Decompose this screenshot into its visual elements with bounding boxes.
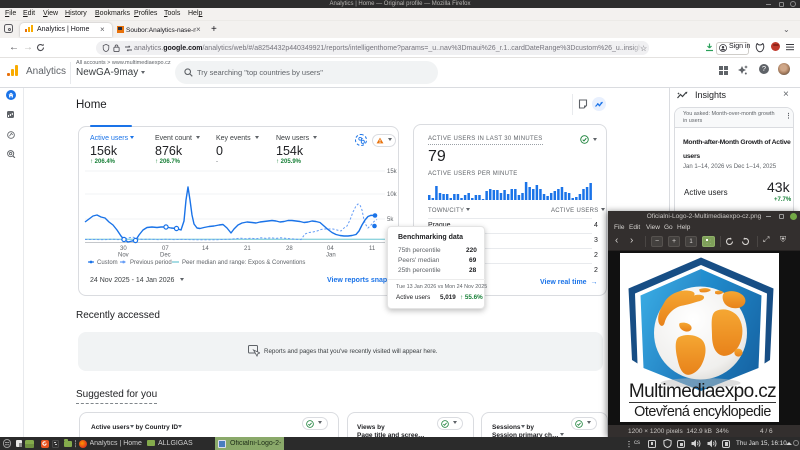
svg-text:5k: 5k <box>387 217 394 223</box>
svg-text:11: 11 <box>369 246 376 252</box>
svg-text:15k: 15k <box>387 169 398 175</box>
svg-text:14: 14 <box>202 246 209 252</box>
svg-text:28: 28 <box>286 246 293 252</box>
svg-text:07: 07 <box>162 246 169 252</box>
svg-text:04: 04 <box>327 246 334 252</box>
svg-text:Previous period: Previous period <box>130 260 172 265</box>
svg-text:10k: 10k <box>387 192 398 198</box>
svg-text:Custom: Custom <box>97 260 118 265</box>
svg-text:21: 21 <box>244 246 251 252</box>
svg-text:Nov: Nov <box>118 253 129 259</box>
svg-text:Peer median and range: Expos &: Peer median and range: Expos & Conventio… <box>182 260 305 265</box>
svg-text:30: 30 <box>120 246 127 252</box>
svg-text:Dec: Dec <box>160 253 171 259</box>
svg-text:Jan: Jan <box>326 253 336 259</box>
